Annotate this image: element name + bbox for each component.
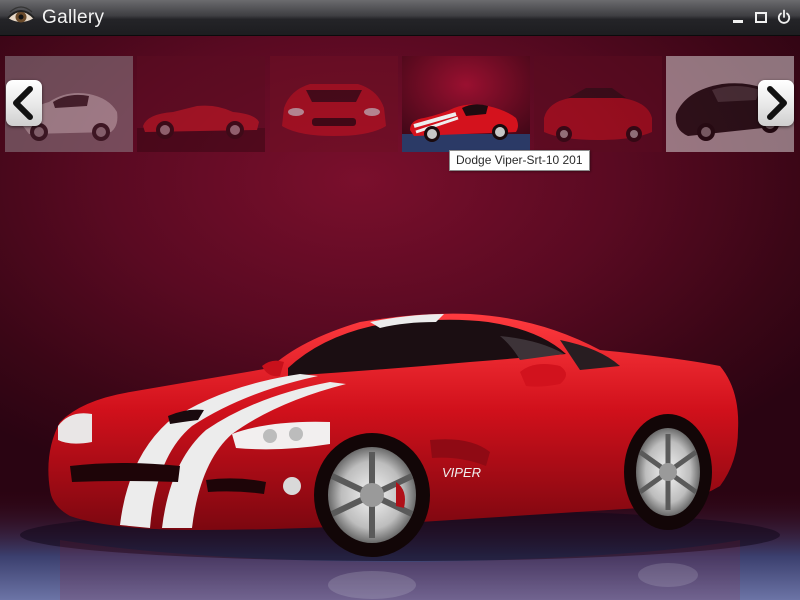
maximize-button[interactable] (753, 9, 769, 25)
previous-button[interactable] (6, 80, 42, 126)
red-convertible-thumbnail (534, 56, 662, 152)
red-dodge-viper-photo: VIPER (0, 313, 800, 600)
maximize-icon (755, 12, 767, 23)
thumbnail-3[interactable] (270, 56, 398, 152)
red-viper-srt10-thumbnail (402, 56, 530, 152)
thumbnail-2[interactable] (137, 56, 265, 152)
main-photo: VIPER (0, 190, 800, 600)
next-button[interactable] (758, 80, 794, 126)
red-viper-front-thumbnail (270, 56, 398, 152)
power-button[interactable] (776, 9, 792, 25)
chevron-right-icon (767, 86, 787, 120)
red-roadster-side-thumbnail (137, 56, 265, 152)
viper-badge: VIPER (442, 465, 481, 480)
thumbnail-5[interactable] (534, 56, 662, 152)
chevron-left-icon (13, 86, 33, 120)
minimize-button[interactable] (730, 9, 746, 25)
thumbnail-strip (0, 56, 800, 152)
power-icon (777, 9, 791, 24)
thumbnail-4-selected[interactable] (402, 56, 530, 152)
title-bar: Gallery (0, 0, 800, 36)
minimize-icon (733, 20, 743, 23)
eye-icon (7, 6, 35, 23)
thumbnail-tooltip: Dodge Viper-Srt-10 201 (449, 150, 590, 171)
window-title: Gallery (42, 7, 105, 28)
gallery-window: Gallery Dodge Viper-Srt-10 201 VIPER (0, 0, 800, 600)
